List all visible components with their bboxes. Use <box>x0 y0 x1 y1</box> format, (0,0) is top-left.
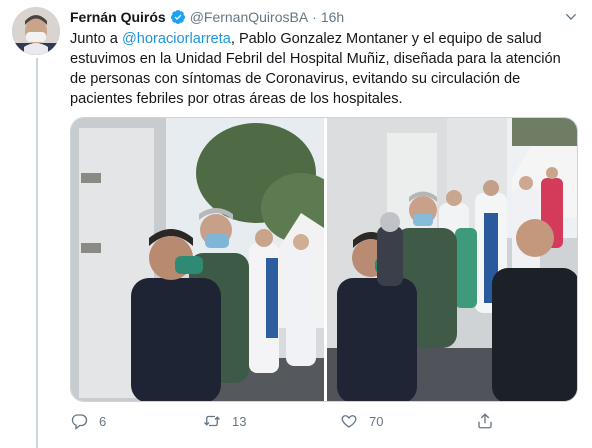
retweet-count: 13 <box>232 413 247 429</box>
avatar-image <box>12 7 60 55</box>
retweet-button[interactable]: 13 <box>203 412 246 430</box>
retweet-icon <box>204 415 220 427</box>
photo-left[interactable] <box>71 118 324 401</box>
chevron-down-icon[interactable] <box>562 8 580 26</box>
media-grid[interactable] <box>70 117 578 402</box>
avatar[interactable] <box>12 7 60 55</box>
tweet-header: Fernán Quirós @FernanQuirosBA · 16h <box>70 8 344 26</box>
share-button[interactable] <box>476 412 494 430</box>
thread-line <box>36 58 38 448</box>
tweet-text: Junto a @horaciorlarreta, Pablo Gonzalez… <box>70 29 580 109</box>
photo-right[interactable] <box>327 118 577 401</box>
tweet-actions: 6 13 70 <box>70 412 580 432</box>
timestamp[interactable]: 16h <box>321 9 344 25</box>
reply-icon <box>71 414 88 430</box>
separator-dot: · <box>312 9 317 25</box>
like-button[interactable]: 70 <box>340 412 383 430</box>
verified-badge-icon <box>170 9 186 25</box>
like-icon <box>341 415 357 428</box>
mention-link[interactable]: @horaciorlarreta <box>122 31 231 47</box>
tweet-text-prefix: Junto a <box>70 31 122 47</box>
reply-button[interactable]: 6 <box>70 412 106 430</box>
reply-count: 6 <box>99 413 107 429</box>
share-icon <box>478 413 492 429</box>
author-name[interactable]: Fernán Quirós <box>70 9 166 25</box>
like-count: 70 <box>369 413 384 429</box>
author-handle[interactable]: @FernanQuirosBA <box>190 9 308 25</box>
